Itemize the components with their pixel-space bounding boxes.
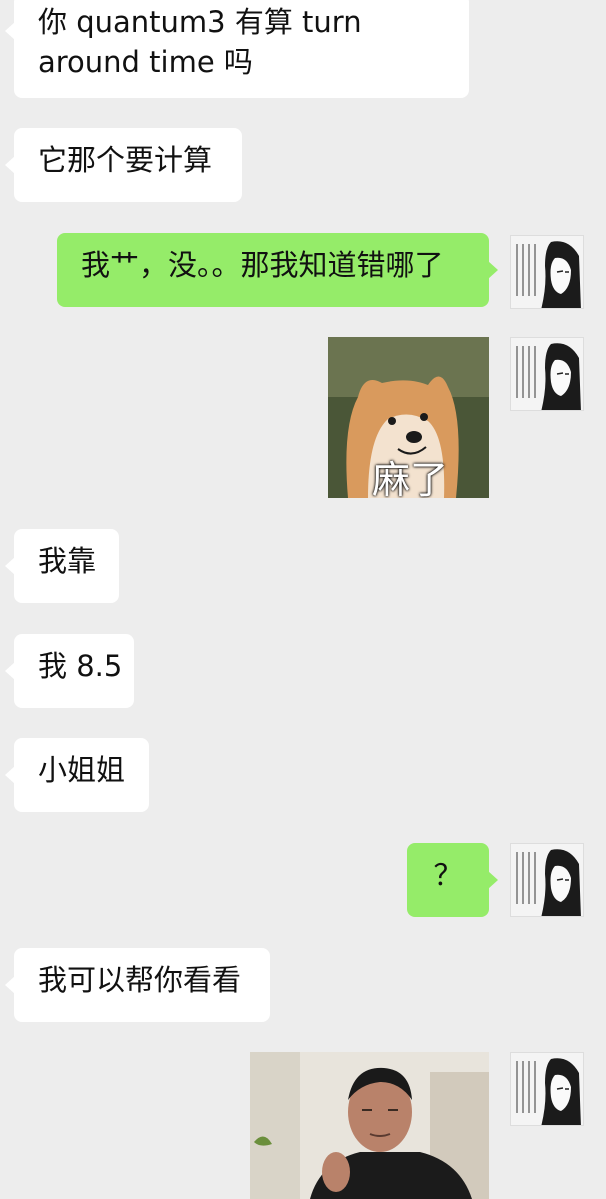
message-bubble-incoming[interactable]: 小姐姐 <box>5 738 149 812</box>
sticker-caption: 麻了 <box>372 458 449 498</box>
self-avatar[interactable] <box>510 843 584 917</box>
message-bubble-incoming[interactable]: 我可以帮你看看 <box>5 948 270 1022</box>
manga-girl-avatar-icon <box>511 236 583 308</box>
manga-girl-avatar-icon <box>511 338 583 410</box>
self-avatar[interactable] <box>510 337 584 411</box>
self-avatar[interactable] <box>510 235 584 309</box>
man-photo-meme-image <box>250 1052 489 1199</box>
sticker-image[interactable] <box>250 1052 489 1199</box>
message-text: 我 8.5 <box>38 649 123 683</box>
message-text: 你 quantum3 有算 turn around time 吗 <box>38 5 362 79</box>
sticker-image[interactable]: 麻了 <box>328 337 489 498</box>
message-text: 我可以帮你看看 <box>38 963 242 997</box>
message-bubble-incoming[interactable]: 我靠 <box>5 529 119 603</box>
message-bubble-incoming[interactable]: 我 8.5 <box>5 634 134 708</box>
message-bubble-incoming[interactable]: 你 quantum3 有算 turn around time 吗 <box>5 0 469 98</box>
message-text: 它那个要计算 <box>38 143 213 177</box>
manga-girl-avatar-icon <box>511 844 583 916</box>
message-text: 小姐姐 <box>38 753 126 787</box>
message-bubble-outgoing[interactable]: ？ <box>407 843 498 917</box>
manga-girl-avatar-icon <box>511 1053 583 1125</box>
message-text: 我靠 <box>38 544 97 578</box>
message-bubble-outgoing[interactable]: 我艹，没。。那我知道错哪了 <box>57 233 498 307</box>
message-text: ？ <box>433 858 463 892</box>
self-avatar[interactable] <box>510 1052 584 1126</box>
message-text: 我艹，没。。那我知道错哪了 <box>81 248 444 282</box>
message-bubble-incoming[interactable]: 它那个要计算 <box>5 128 242 202</box>
